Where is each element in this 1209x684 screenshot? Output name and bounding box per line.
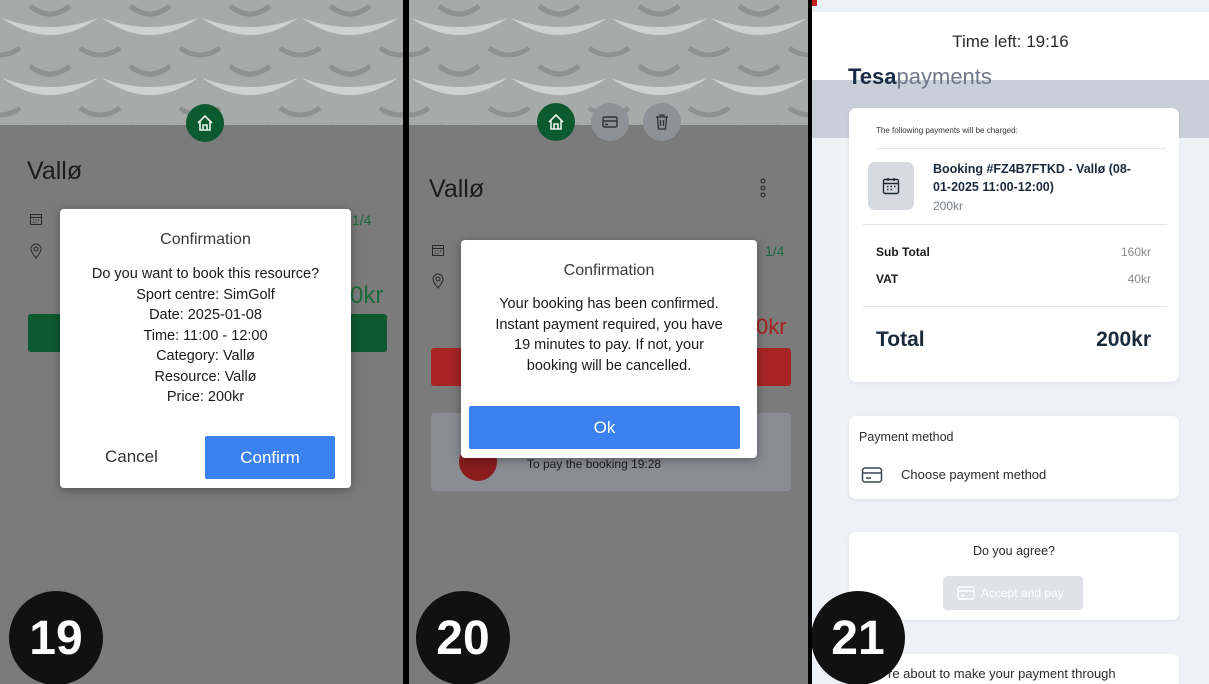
agree-question: Do you agree?: [972, 544, 1055, 558]
calendar-icon: [30, 214, 42, 225]
resource-title: Vallø: [27, 157, 83, 185]
confirm-button[interactable]: Confirm: [205, 436, 335, 479]
screen-19-booking-confirmation: Vallø 1/4 0kr Confirmation Do you want t…: [0, 0, 403, 684]
dialog-line: Your booking has been confirmed.: [499, 296, 719, 312]
confirmation-dialog: Confirmation Do you want to book this re…: [60, 209, 351, 488]
divider: [876, 148, 1166, 149]
vat-value: 40kr: [1127, 272, 1151, 286]
dialog-line: Sport centre: SimGolf: [136, 286, 275, 303]
divider: [863, 306, 1167, 307]
dialog-line: Price: 200kr: [166, 389, 245, 405]
step-number-badge: 20: [416, 591, 510, 684]
dialog-line: booking will be cancelled.: [526, 357, 692, 374]
brand-light: payments: [896, 64, 992, 89]
subtotal-label: Sub Total: [876, 245, 930, 259]
dialog-line: Instant payment required, you have: [495, 316, 723, 333]
spots-count: 1/4: [352, 212, 372, 228]
brand-logo: Tesapayments: [848, 64, 992, 90]
accept-and-pay-button[interactable]: Accept and pay: [943, 576, 1083, 610]
confirmation-dialog: Confirmation Your booking has been confi…: [461, 240, 757, 458]
vat-label: VAT: [876, 272, 899, 286]
booking-title: Booking #FZ4B7FTKD - Vallø (08- 01-2025 …: [933, 160, 1131, 196]
spots-count: 1/4: [765, 243, 785, 259]
booking-title-line: Booking #FZ4B7FTKD - Vallø (08-: [933, 162, 1131, 176]
home-button[interactable]: [186, 104, 224, 142]
calendar-icon: [882, 178, 900, 195]
agreement-card: Do you agree? Accept and pay: [849, 532, 1179, 620]
booking-price: 200kr: [933, 199, 964, 213]
brand-bold: Tesa: [848, 64, 897, 89]
dialog-title: Confirmation: [160, 231, 251, 248]
price-value: 0kr: [756, 314, 787, 339]
dialog-line: Date: 2025-01-08: [149, 307, 262, 323]
card-icon: [861, 467, 883, 483]
card-icon: [957, 586, 975, 600]
total-value: 200kr: [1096, 328, 1151, 351]
screen-21-payment: Time left: 19:16 Tesapayments The follow…: [812, 0, 1209, 684]
dialog-line: Time: 11:00 - 12:00: [143, 327, 268, 344]
payment-method-label: Payment method: [859, 430, 954, 444]
location-pin-icon: [30, 243, 42, 259]
screen-20-booking-confirmed: Vallø 1/4 0kr To pay the booking 19:28 C…: [409, 0, 808, 684]
delete-button[interactable]: [643, 103, 681, 141]
price-value: 0kr: [350, 282, 384, 309]
dialog-message: Your booking has been confirmed. Instant…: [461, 294, 757, 376]
dialog-line: 19 minutes to pay. If not, your: [514, 337, 704, 353]
location-pin-icon: [432, 273, 444, 289]
card-icon: [602, 116, 618, 128]
choose-method-text: Choose payment method: [901, 467, 1047, 482]
time-left: Time left: 19:16: [952, 32, 1069, 51]
booking-title-line: 01-2025 11:00-12:00): [933, 180, 1054, 194]
dialog-message: Do you want to book this resource? Sport…: [60, 264, 351, 408]
pay-notice-text: To pay the booking 19:28: [527, 457, 662, 471]
total-label: Total: [876, 328, 925, 351]
cancel-button[interactable]: Cancel: [105, 447, 158, 467]
calendar-icon: [432, 245, 444, 256]
booking-thumbnail: [868, 162, 914, 210]
payment-card-button[interactable]: [591, 103, 629, 141]
dialog-line: Category: Vallø: [156, 348, 255, 364]
step-number-badge: 19: [9, 591, 103, 684]
dialog-line: Do you want to book this resource?: [91, 266, 320, 282]
choose-payment-method[interactable]: Choose payment method: [859, 464, 1159, 486]
step-number-badge: 21: [812, 591, 905, 684]
ok-button[interactable]: Ok: [469, 406, 740, 449]
more-vertical-icon[interactable]: [759, 177, 767, 199]
dialog-title: Confirmation: [563, 262, 655, 279]
home-icon: [197, 114, 213, 131]
trash-icon: [656, 114, 668, 130]
dialog-line: Resource: Vallø: [154, 368, 257, 385]
summary-card: The following payments will be charged: …: [849, 108, 1179, 382]
status-indicator: [812, 0, 817, 6]
payment-method-card: Payment method Choose payment method: [849, 416, 1179, 499]
payment-info-text: re about to make your payment through: [888, 666, 1116, 681]
subtotal-value: 160kr: [1120, 245, 1151, 259]
resource-title: Vallø: [429, 175, 485, 203]
divider: [863, 224, 1167, 225]
accept-pay-text: Accept and pay: [981, 586, 1064, 600]
charged-header: The following payments will be charged:: [876, 126, 1018, 135]
home-button[interactable]: [537, 103, 575, 141]
home-icon: [548, 113, 564, 130]
